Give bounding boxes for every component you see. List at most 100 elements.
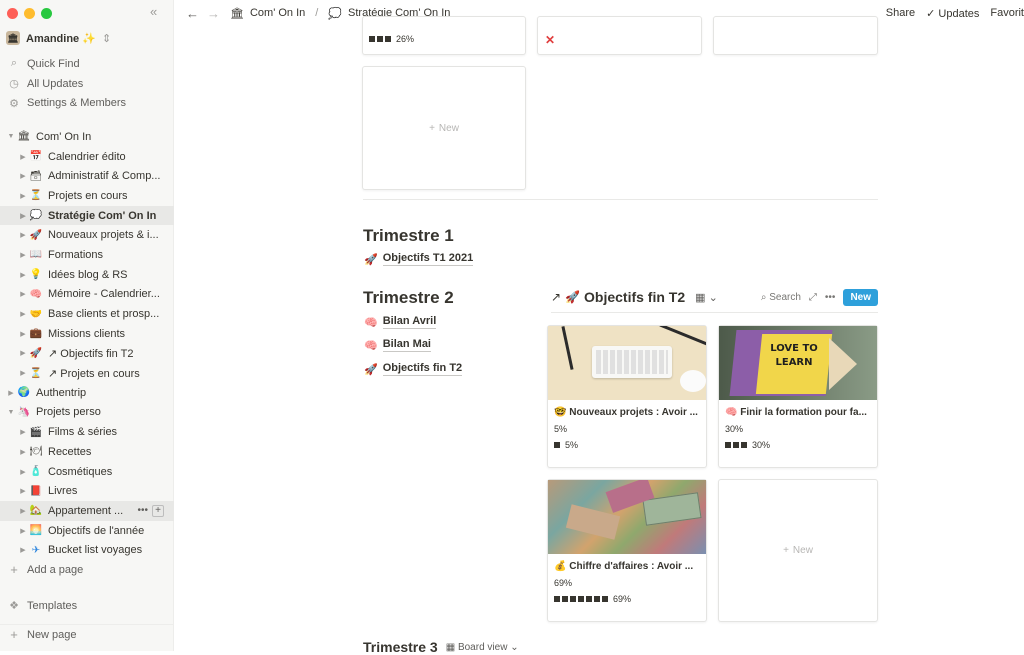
all-updates-label: All Updates [27, 78, 83, 90]
card-property: 30% [719, 418, 877, 434]
minimize-window-button[interactable] [24, 8, 35, 19]
new-card-button[interactable]: +New [362, 66, 526, 190]
sidebar-item-missions-clients[interactable]: ▶ 💼 Missions clients [0, 324, 174, 344]
workspace-icon: 🏛 [6, 31, 20, 45]
toggle-collapsed-icon[interactable]: ▶ [18, 349, 28, 357]
collapse-sidebar-icon[interactable]: « [150, 4, 157, 19]
breadcrumb-item-com-on-in[interactable]: Com' On In [250, 7, 305, 19]
all-updates-item[interactable]: ◷ All Updates [0, 74, 174, 94]
gallery-view-icon[interactable]: ▦ ⌄ [695, 291, 718, 304]
gallery-card[interactable]: ✕ [537, 16, 702, 55]
back-arrow-icon[interactable]: ← [186, 6, 199, 21]
sidebar-item-projets-en-cours-link[interactable]: ▶ ⏳ ↗ Projets en cours [0, 363, 174, 383]
favorite-button[interactable]: Favorit [990, 7, 1024, 20]
toggle-collapsed-icon[interactable]: ▶ [18, 468, 28, 476]
page-link-bilan-avril[interactable]: 🧠Bilan Avril [364, 315, 436, 329]
card-title: 💰 Chiffre d'affaires : Avoir ... [548, 554, 706, 572]
sidebar-item-objectifs-fin-t2[interactable]: ▶ 🚀 ↗ Objectifs fin T2 [0, 344, 174, 364]
sidebar-item-administratif[interactable]: ▶ 🗃 Administratif & Comp... [0, 166, 174, 186]
sidebar-item-calendrier[interactable]: ▶ 📅 Calendrier édito [0, 147, 174, 167]
toggle-collapsed-icon[interactable]: ▶ [18, 448, 28, 456]
sidebar-item-label: Com' On In [36, 131, 91, 143]
plus-icon: + [8, 562, 20, 577]
toggle-collapsed-icon[interactable]: ▶ [18, 290, 28, 298]
maximize-window-button[interactable] [41, 8, 52, 19]
add-page-item[interactable]: + Add a page [0, 560, 174, 580]
templates-item[interactable]: ❖ Templates [0, 596, 174, 616]
settings-item[interactable]: ⚙ Settings & Members [0, 93, 174, 113]
updates-button[interactable]: ✓ Updates [926, 7, 979, 20]
toggle-collapsed-icon[interactable]: ▶ [18, 310, 28, 318]
toggle-collapsed-icon[interactable]: ▶ [18, 330, 28, 338]
toggle-collapsed-icon[interactable]: ▶ [18, 527, 28, 535]
sidebar-item-projets-perso[interactable]: ▼ 🦄 Projets perso [0, 403, 174, 423]
rocket-icon: 🚀 [565, 290, 580, 304]
gallery-card[interactable] [713, 16, 878, 55]
sidebar-item-formations[interactable]: ▶ 📖 Formations [0, 245, 174, 265]
linked-database-header: ↗ 🚀 Objectifs fin T2 ▦ ⌄ ⌕ Search ⤢ ••• … [551, 287, 878, 307]
templates-icon: ❖ [8, 599, 20, 612]
gallery-card-chiffre-affaires[interactable]: 💰 Chiffre d'affaires : Avoir ... 69% 69% [547, 479, 707, 622]
sidebar-item-objectifs-annee[interactable]: ▶ 🌅 Objectifs de l'année [0, 521, 174, 541]
sidebar-item-projets-en-cours[interactable]: ▶ ⏳ Projets en cours [0, 186, 174, 206]
cover-image-love-to-learn: LOVE TO LEARN [719, 326, 877, 400]
progress-bar: 26% [363, 17, 525, 44]
new-page-item[interactable]: + New page [0, 624, 174, 645]
sidebar-item-com-on-in[interactable]: ▼ 🏛 Com' On In [0, 127, 174, 147]
toggle-collapsed-icon[interactable]: ▶ [18, 428, 28, 436]
sidebar-item-nouveaux-projets[interactable]: ▶ 🚀 Nouveaux projets & i... [0, 225, 174, 245]
sidebar-item-cosmetiques[interactable]: ▶ 🧴 Cosmétiques [0, 462, 174, 482]
toggle-collapsed-icon[interactable]: ▶ [18, 172, 28, 180]
toggle-collapsed-icon[interactable]: ▶ [18, 487, 28, 495]
toggle-collapsed-icon[interactable]: ▶ [6, 389, 16, 397]
toggle-collapsed-icon[interactable]: ▶ [18, 192, 28, 200]
sidebar-item-authentrip[interactable]: ▶ 🌍 Authentrip [0, 383, 174, 403]
page-icon: 📕 [28, 486, 44, 497]
sidebar: « 🏛 Amandine ✨ ⇕ ⌕ Quick Find ◷ All Upda… [0, 0, 174, 651]
new-entry-button[interactable]: New [843, 289, 878, 306]
toggle-expanded-icon[interactable]: ▼ [6, 409, 16, 416]
sidebar-item-recettes[interactable]: ▶ 🍽 Recettes [0, 442, 174, 462]
sidebar-item-idees-blog[interactable]: ▶ 💡 Idées blog & RS [0, 265, 174, 285]
gallery-card[interactable]: 26% [362, 16, 526, 55]
sidebar-item-label: ↗ Objectifs fin T2 [48, 347, 133, 360]
sidebar-item-appartement[interactable]: ▶ 🏡 Appartement ... ••• + [0, 501, 174, 521]
sidebar-item-memoire[interactable]: ▶ 🧠 Mémoire - Calendrier... [0, 285, 174, 305]
gallery-card-nouveaux-projets[interactable]: 🤓 Nouveaux projets : Avoir ... 5% 5% [547, 325, 707, 468]
new-card-button[interactable]: +New [718, 479, 878, 622]
quick-find-item[interactable]: ⌕ Quick Find [0, 54, 174, 74]
sidebar-item-base-clients[interactable]: ▶ 🤝 Base clients et prosp... [0, 304, 174, 324]
page-link-bilan-mai[interactable]: 🧠Bilan Mai [364, 338, 431, 352]
toggle-collapsed-icon[interactable]: ▶ [18, 251, 28, 259]
expand-icon[interactable]: ⤢ [809, 292, 817, 303]
toggle-collapsed-icon[interactable]: ▶ [18, 507, 28, 515]
toggle-collapsed-icon[interactable]: ▶ [18, 546, 28, 554]
sidebar-item-bucket-list[interactable]: ▶ ✈ Bucket list voyages [0, 540, 174, 560]
sidebar-item-strategie[interactable]: ▶ 💭 Stratégie Com' On In [0, 206, 174, 226]
gallery-card-finir-formation[interactable]: LOVE TO LEARN 🧠 Finir la formation pour … [718, 325, 878, 468]
more-options-icon[interactable]: ••• [825, 292, 836, 303]
sidebar-item-label: Base clients et prosp... [48, 308, 159, 320]
toggle-collapsed-icon[interactable]: ▶ [18, 369, 28, 377]
page-link-label: Bilan Avril [383, 315, 437, 329]
add-subpage-icon[interactable]: + [152, 505, 164, 517]
sidebar-item-label: Bucket list voyages [48, 544, 142, 556]
toggle-collapsed-icon[interactable]: ▶ [18, 153, 28, 161]
database-title[interactable]: Objectifs fin T2 [584, 289, 685, 305]
close-window-button[interactable] [7, 8, 18, 19]
sidebar-item-films-series[interactable]: ▶ 🎬 Films & séries [0, 422, 174, 442]
share-button[interactable]: Share [886, 7, 915, 20]
toggle-expanded-icon[interactable]: ▼ [6, 133, 16, 140]
toggle-collapsed-icon[interactable]: ▶ [18, 212, 28, 220]
workspace-switcher[interactable]: 🏛 Amandine ✨ ⇕ [6, 31, 111, 45]
sidebar-item-livres[interactable]: ▶ 📕 Livres [0, 481, 174, 501]
toggle-collapsed-icon[interactable]: ▶ [18, 271, 28, 279]
forward-arrow-icon[interactable]: → [207, 6, 220, 21]
search-button[interactable]: ⌕ Search [761, 292, 801, 303]
page-icon: 🧴 [28, 466, 44, 477]
page-link-objectifs-t1[interactable]: 🚀Objectifs T1 2021 [364, 252, 473, 266]
more-options-icon[interactable]: ••• [137, 505, 148, 517]
toggle-collapsed-icon[interactable]: ▶ [18, 231, 28, 239]
page-link-objectifs-fin-t2[interactable]: 🚀Objectifs fin T2 [364, 362, 462, 376]
sidebar-item-label: Projets en cours [48, 190, 127, 202]
